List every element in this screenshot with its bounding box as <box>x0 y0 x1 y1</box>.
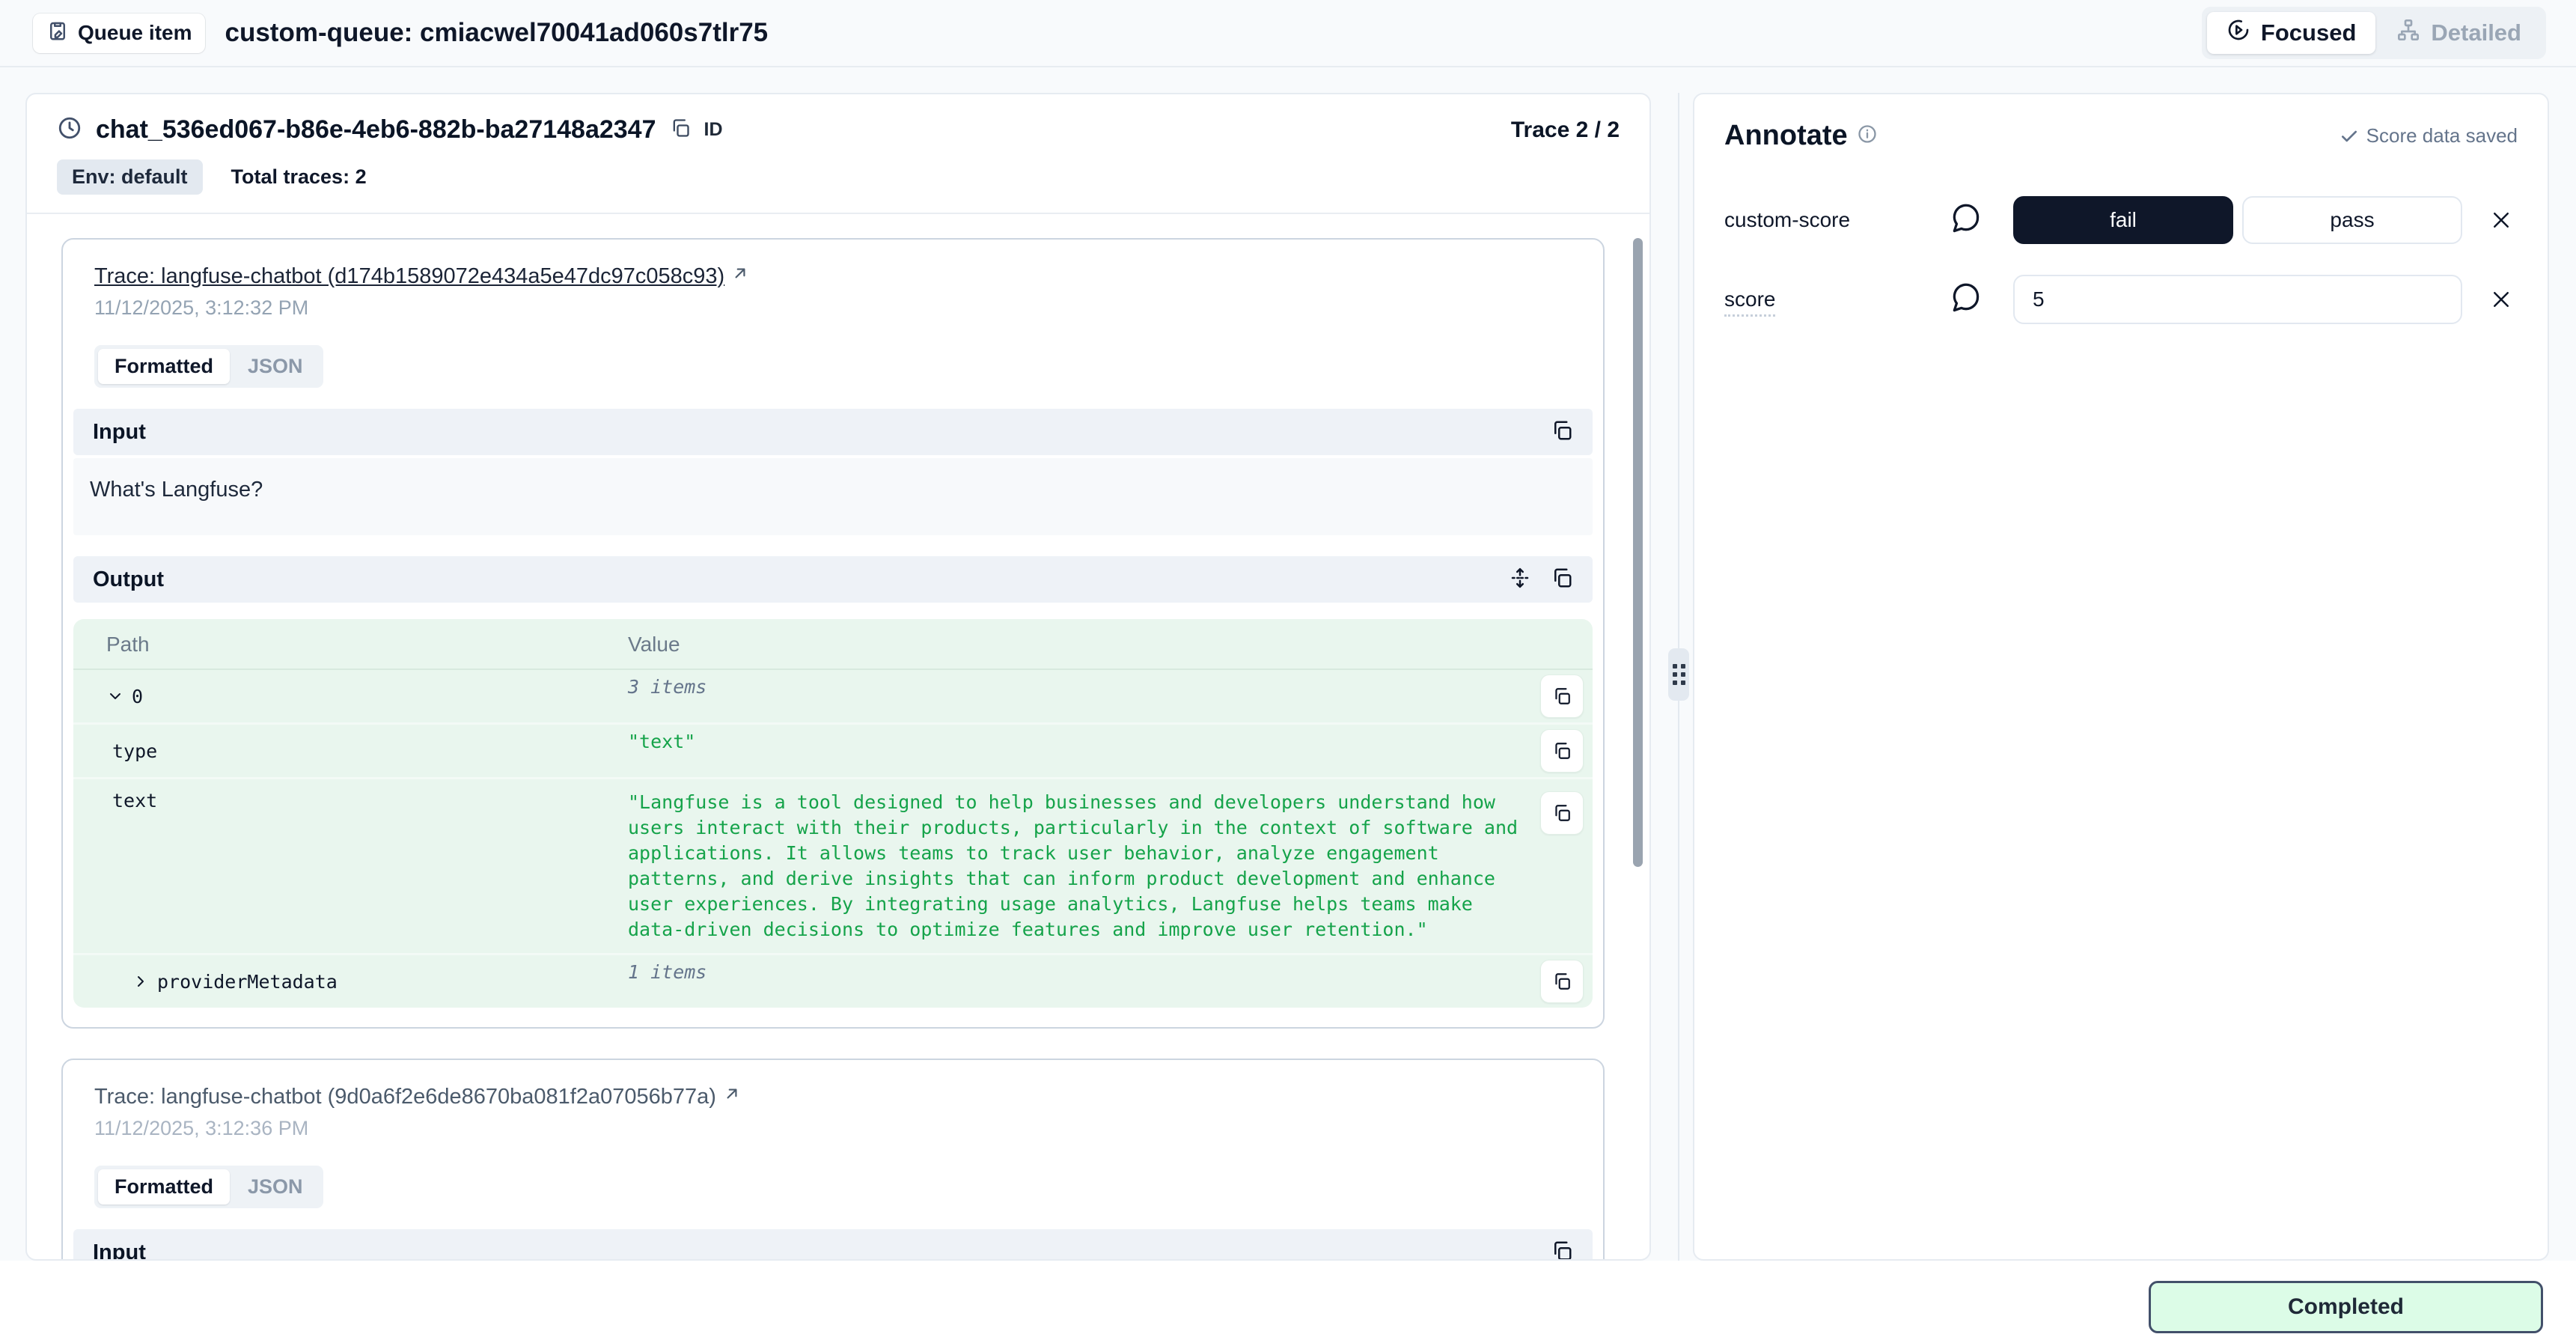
row-path: text <box>112 790 157 811</box>
trace-timestamp: 11/12/2025, 3:12:32 PM <box>94 296 1572 320</box>
clock-icon <box>57 115 82 144</box>
focused-label: Focused <box>2261 19 2356 46</box>
input-label: Input <box>93 1240 146 1260</box>
row-path: 0 <box>132 686 143 707</box>
input-section-header: Input <box>73 1229 1593 1259</box>
top-bar: Queue item custom-queue: cmiacwel70041ad… <box>0 0 2576 67</box>
format-tabs: Formatted JSON <box>94 1166 323 1208</box>
format-tabs: Formatted JSON <box>94 345 323 388</box>
close-icon <box>2490 288 2512 311</box>
score-row-score: score <box>1724 275 2518 324</box>
tab-formatted[interactable]: Formatted <box>98 1169 230 1205</box>
save-status-label: Score data saved <box>2366 124 2518 147</box>
row-value: 3 items <box>628 674 706 700</box>
row-value: "Langfuse is a tool designed to help bus… <box>628 790 1540 942</box>
detailed-label: Detailed <box>2431 19 2521 46</box>
copy-id-icon[interactable] <box>670 118 691 142</box>
input-section-header: Input <box>73 409 1593 455</box>
env-badge: Env: default <box>57 159 203 195</box>
item-header: chat_536ed067-b86e-4eb6-882b-ba27148a234… <box>27 94 1649 214</box>
tab-json[interactable]: JSON <box>231 1169 320 1205</box>
total-traces: Total traces: 2 <box>231 165 367 189</box>
trace-card: Trace: langfuse-chatbot (d174b1589072e43… <box>61 238 1605 1029</box>
tab-formatted[interactable]: Formatted <box>98 349 230 384</box>
grip-dots-icon <box>1673 664 1685 685</box>
trace-counter: Trace 2 / 2 <box>1511 118 1620 143</box>
copy-row-button[interactable] <box>1540 729 1584 773</box>
external-link-icon <box>722 1084 742 1109</box>
trace-link[interactable]: Trace: langfuse-chatbot (d174b1589072e43… <box>94 264 724 289</box>
row-value: 1 items <box>628 960 706 985</box>
table-row: text "Langfuse is a tool designed to hel… <box>73 779 1593 955</box>
copy-row-button[interactable] <box>1540 791 1584 835</box>
view-toggle: Focused Detailed <box>2202 7 2546 59</box>
trace-link[interactable]: Trace: langfuse-chatbot (9d0a6f2e6de8670… <box>94 1085 716 1109</box>
info-icon[interactable] <box>1848 124 1878 148</box>
score-value-input[interactable] <box>2013 275 2462 324</box>
page-title: custom-queue: cmiacwel70041ad060s7tlr75 <box>225 18 768 48</box>
queue-item-badge: Queue item <box>33 13 205 53</box>
table-row: type "text" <box>73 725 1593 779</box>
remove-score-button[interactable] <box>2485 204 2518 237</box>
clipboard-pen-icon <box>46 19 69 47</box>
completed-button[interactable]: Completed <box>2149 1281 2543 1333</box>
copy-row-button[interactable] <box>1540 674 1584 718</box>
row-path: type <box>112 740 157 762</box>
queue-badge-label: Queue item <box>78 21 192 45</box>
trace-list: Trace: langfuse-chatbot (d174b1589072e43… <box>27 216 1649 1259</box>
remove-score-button[interactable] <box>2485 283 2518 316</box>
annotate-title: Annotate <box>1724 120 1848 152</box>
score-label: custom-score <box>1724 208 1949 232</box>
score-row-custom-score: custom-score fail pass <box>1724 195 2518 245</box>
chevron-right-icon[interactable] <box>132 972 150 990</box>
item-title: chat_536ed067-b86e-4eb6-882b-ba27148a234… <box>96 115 656 144</box>
value-column-header: Value <box>628 633 1593 657</box>
table-row: 0 3 items <box>73 670 1593 725</box>
tab-json[interactable]: JSON <box>231 349 320 384</box>
output-json-table: Path Value 0 3 items <box>73 619 1593 1008</box>
tree-icon <box>2396 18 2420 48</box>
comment-icon[interactable] <box>1949 202 2013 239</box>
copy-icon[interactable] <box>1551 567 1573 593</box>
trace-timestamp: 11/12/2025, 3:12:36 PM <box>94 1117 1572 1140</box>
copy-row-button[interactable] <box>1540 960 1584 1003</box>
check-icon <box>2340 127 2359 146</box>
id-label: ID <box>704 119 723 141</box>
expand-icon[interactable] <box>1509 567 1531 593</box>
input-content: What's Langfuse? <box>73 458 1593 535</box>
comment-icon[interactable] <box>1949 281 2013 318</box>
chevron-down-icon[interactable] <box>106 687 124 705</box>
external-link-icon <box>730 264 750 289</box>
path-column-header: Path <box>73 633 628 657</box>
annotate-panel: Annotate Score data saved custom-score f… <box>1693 93 2549 1261</box>
save-status: Score data saved <box>2340 124 2518 147</box>
output-section-header: Output <box>73 556 1593 603</box>
output-label: Output <box>93 567 164 592</box>
vertical-scrollbar[interactable] <box>1633 238 1643 867</box>
copy-icon[interactable] <box>1551 1240 1573 1260</box>
queue-item-panel: chat_536ed067-b86e-4eb6-882b-ba27148a234… <box>25 93 1651 1261</box>
score-label: score <box>1724 287 1949 311</box>
focused-view-button[interactable]: Focused <box>2207 12 2375 54</box>
copy-icon[interactable] <box>1551 419 1573 445</box>
close-icon <box>2490 209 2512 231</box>
divider-drag-handle[interactable] <box>1668 648 1689 701</box>
score-option-pass[interactable]: pass <box>2242 196 2462 244</box>
detailed-view-button[interactable]: Detailed <box>2377 12 2541 54</box>
table-row: providerMetadata 1 items <box>73 955 1593 1008</box>
row-path: providerMetadata <box>157 971 338 993</box>
input-label: Input <box>93 420 146 445</box>
row-value: "text" <box>628 729 695 755</box>
trace-card: Trace: langfuse-chatbot (9d0a6f2e6de8670… <box>61 1059 1605 1259</box>
score-option-fail[interactable]: fail <box>2013 196 2233 244</box>
focus-icon <box>2226 18 2250 48</box>
